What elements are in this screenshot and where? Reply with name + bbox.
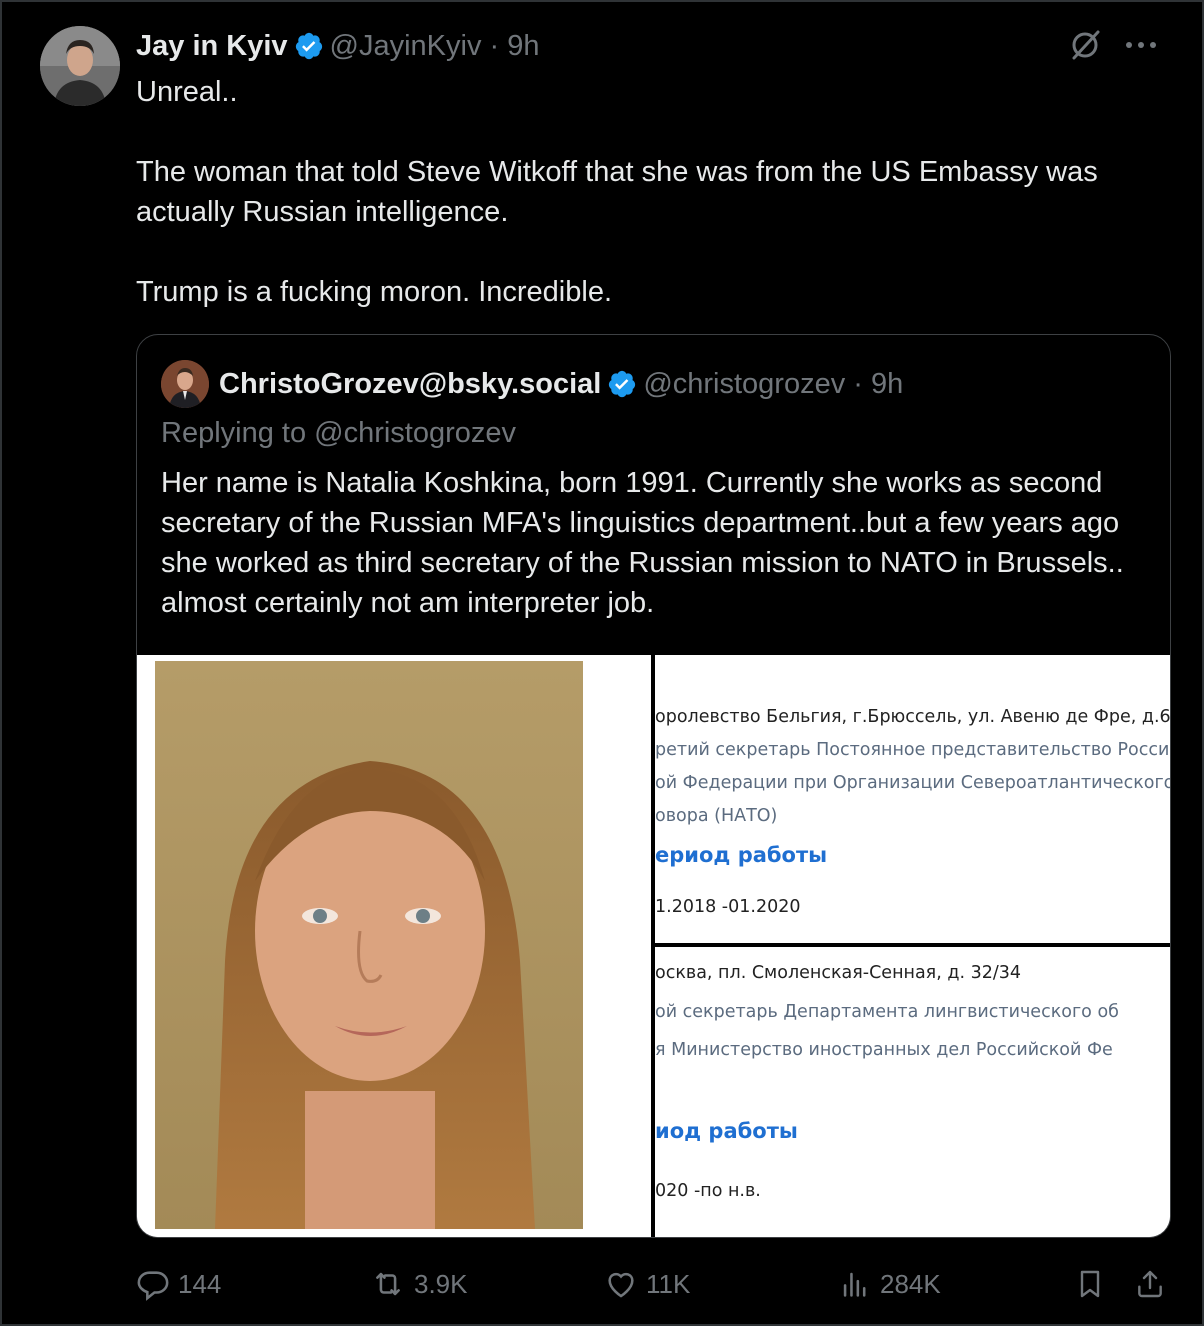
reply-icon [137,1271,169,1301]
repost-button[interactable]: 3.9K [370,1264,468,1304]
share-icon [1138,1270,1162,1298]
photo-panel[interactable] [137,655,652,1237]
quoted-author-name[interactable]: ChristoGrozev@bsky.social [219,368,601,401]
like-button[interactable]: 11K [604,1264,690,1304]
tweet-text-line [136,232,1176,272]
grok-icon[interactable] [1068,28,1102,62]
doc1-position-line-3: овора (НАТО) [655,806,778,826]
document-snippet-2[interactable]: осква, пл. Смоленская-Сенная, д. 32/34 о… [655,947,1170,1237]
replying-to-label[interactable]: Replying to @christogrozev [161,417,516,450]
bookmark-button[interactable] [1074,1264,1114,1304]
tweet-text-line: The woman that told Steve Witkoff that s… [136,156,1098,228]
doc1-position-line-2: ой Федерации при Организации Североатлан… [655,773,1171,793]
quoted-tweet-header: ChristoGrozev@bsky.social @christogrozev… [161,359,903,409]
tweet-text-line: Trump is a fucking moron. Incredible. [136,276,613,308]
tweet-header: Jay in Kyiv @JayinKyiv · 9h [136,28,539,64]
share-button[interactable] [1134,1264,1174,1304]
repost-icon [376,1272,400,1296]
bookmark-icon [1080,1270,1100,1298]
quoted-author-handle-time[interactable]: @christogrozev · 9h [643,368,903,401]
views-button[interactable]: 284K [838,1264,941,1304]
more-options-icon[interactable] [1124,40,1158,50]
heart-icon [608,1272,634,1298]
quoted-media[interactable]: оролевство Бельгия, г.Брюссель, ул. Авен… [137,655,1171,1237]
views-icon [843,1272,866,1297]
like-count: 11K [646,1268,691,1299]
tweet-text: Unreal.. The woman that told Steve Witko… [136,72,1176,312]
doc2-period-label: иод работы [655,1119,798,1143]
tweet-top-actions [1068,28,1158,62]
verified-badge-icon [295,32,322,60]
author-avatar[interactable] [40,26,120,106]
tweet-actions-bar: 144 3.9K 11K 284K [136,1264,1176,1304]
doc1-period: 1.2018 -01.2020 [655,897,801,917]
doc2-position-line-1: ой секретарь Департамента лингвистическо… [655,1002,1119,1022]
verified-badge-icon [609,370,636,398]
document-snippet-1[interactable]: оролевство Бельгия, г.Брюссель, ул. Авен… [655,655,1171,943]
repost-count: 3.9K [414,1268,468,1299]
views-count: 284K [880,1268,941,1299]
doc1-position-line-1: ретий секретарь Постоянное представитель… [655,740,1171,760]
reply-button[interactable]: 144 [136,1264,221,1304]
quoted-author-avatar[interactable] [161,360,209,408]
doc1-address: оролевство Бельгия, г.Брюссель, ул. Авен… [655,707,1171,727]
doc2-position-line-2: я Министерство иностранных дел Российско… [655,1040,1113,1060]
author-handle-time[interactable]: @JayinKyiv · 9h [330,30,540,63]
tweet-text-line [136,112,1176,152]
author-name[interactable]: Jay in Kyiv [136,30,288,63]
doc2-address: осква, пл. Смоленская-Сенная, д. 32/34 [655,963,1021,983]
tweet-text-line: Unreal.. [136,76,238,108]
doc1-period-label: ериод работы [655,843,828,867]
portrait-photo[interactable] [155,661,583,1229]
tweet-container: Jay in Kyiv @JayinKyiv · 9h Unreal.. The… [0,0,1204,1326]
doc2-period: 020 -по н.в. [655,1181,761,1201]
quoted-tweet-text: Her name is Natalia Koshkina, born 1991.… [161,467,1124,619]
reply-count: 144 [178,1268,222,1299]
quoted-tweet[interactable]: ChristoGrozev@bsky.social @christogrozev… [136,334,1171,1238]
